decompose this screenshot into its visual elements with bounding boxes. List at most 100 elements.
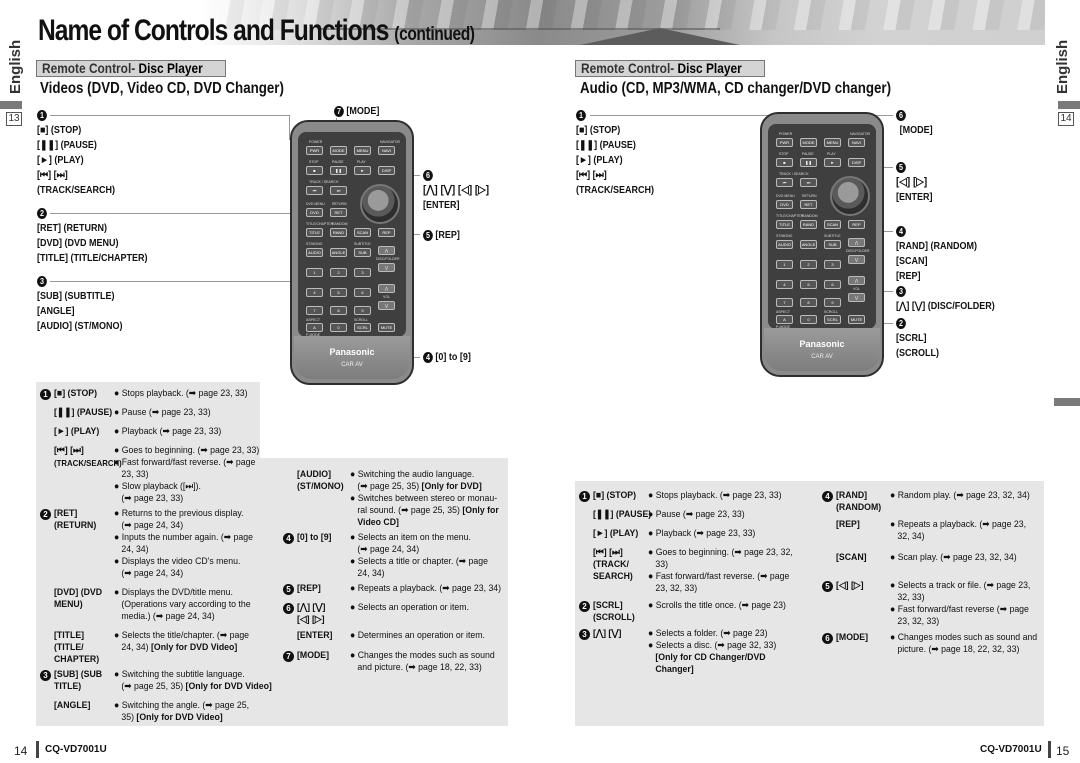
remote-button-menu: MENU	[354, 146, 371, 155]
remote-button-7: 7	[306, 306, 323, 315]
remote-button-scrl: SCRL	[354, 323, 371, 332]
remote-label: DISC/FOLDER	[376, 257, 400, 261]
remote-label: SCROLL	[824, 310, 839, 314]
remote-button-8: 8	[800, 298, 817, 307]
right-callout-5: 5 [◁] [▷] [ENTER]	[896, 160, 933, 205]
description-line: ● Playback (➡ page 23, 33)	[648, 528, 756, 539]
leader-line	[50, 115, 290, 116]
left-callout-2: 2	[37, 206, 47, 221]
remote-button-stop: ■	[306, 166, 323, 175]
callout-label-enter: [ENTER]	[896, 192, 933, 203]
remote-button-5: 5	[800, 280, 817, 289]
callout-number: 4	[822, 491, 833, 502]
remote-button-9: 9	[824, 298, 841, 307]
leader-line	[590, 115, 776, 116]
description-line: ● Changes the modes such as sound	[350, 650, 495, 661]
remote-button-0: 0	[330, 323, 347, 332]
callout-label-audio: [AUDIO] (ST/MONO)	[37, 321, 123, 332]
section-tag-prefix: Remote Control-	[42, 60, 136, 76]
remote-label: STOP	[779, 152, 789, 156]
callout-label-pause: [❚❚] (PAUSE)	[576, 140, 636, 151]
description-line: ● Switches between stereo or monau-	[350, 493, 498, 504]
description-note: [Only for DVD Video]	[136, 712, 223, 723]
callout-number-1: 1	[37, 109, 47, 121]
remote-button-disc-up: ⋀	[378, 246, 395, 255]
remote-bottom	[764, 328, 880, 371]
remote-button-6: 6	[354, 288, 371, 297]
callout-label-skip: [⏮] [⏭]	[576, 170, 607, 181]
remote-button-0: 0	[800, 315, 817, 324]
remote-label: NAVIGATOR	[850, 132, 871, 136]
description-line: ● Selects a folder. (➡ page 23)	[648, 628, 768, 639]
description-line: (➡ page 23, 33)	[121, 493, 184, 504]
callout-number-2: 2	[37, 207, 47, 219]
description-line: ● Selects a track or file. (➡ page 23,	[890, 580, 1031, 591]
footer-page-number-left: 14	[14, 744, 28, 758]
description-label: [RET]	[54, 508, 78, 519]
description-text: ● Selects the title/chapter. (➡ page 24, …	[114, 630, 289, 654]
description-line: ● Displays the DVD/title menu.	[114, 587, 233, 598]
callout-number-4: 4	[423, 351, 433, 363]
remote-label: SUBTITLE	[354, 242, 371, 246]
description-label: [REP]	[297, 583, 321, 594]
remote-button-prev: ⏮	[776, 178, 793, 187]
remote-button-disc-down: ⋁	[378, 263, 395, 272]
callout-label-ret: [RET] (RETURN)	[37, 223, 107, 234]
description-line: 23, 32, 33)	[897, 616, 940, 627]
side-marker-right	[1054, 398, 1080, 406]
callout-number-6: 6	[423, 169, 433, 181]
description-text: ● Scan play. (➡ page 23, 32, 34)	[890, 552, 1065, 564]
description-label: (TITLE/	[54, 642, 84, 653]
callout-label-rep: [REP]	[435, 230, 460, 241]
callout-number: 1	[40, 389, 51, 400]
right-callout-4: 4 [RAND] (RANDOM) [SCAN] [REP]	[896, 224, 977, 284]
remote-button-play: ►	[354, 166, 371, 175]
remote-label: VOL	[383, 295, 391, 299]
description-line: (➡ page 24, 34)	[121, 568, 184, 579]
description-label: (TRACK/	[593, 559, 629, 570]
description-line: ● Switching the angle. (➡ page 25,	[114, 700, 250, 711]
remote-label: POWER	[779, 132, 793, 136]
left-callout-3-labels: [SUB] (SUBTITLE) [ANGLE] [AUDIO] (ST/MON…	[37, 289, 123, 334]
description-line: ● Changes modes such as sound and	[890, 632, 1038, 643]
description-text: ● Displays the DVD/title menu. (Operation…	[114, 587, 289, 623]
side-page-number-left: 13	[6, 112, 22, 126]
leader-line	[50, 281, 290, 282]
remote-button-navi: NAVI	[848, 138, 865, 147]
description-label: [❚❚] (PAUSE)	[54, 407, 113, 418]
description-note: [Only for CD Changer/DVD	[655, 652, 766, 663]
left-callout-3: 3	[37, 274, 47, 289]
callout-label-dvd: [DVD] (DVD MENU)	[37, 238, 119, 249]
left-callout-2-labels: [RET] (RETURN) [DVD] (DVD MENU) [TITLE] …	[37, 221, 147, 266]
remote-label: VOL	[853, 287, 861, 291]
description-text: ● Random play. (➡ page 23, 32, 34)	[890, 490, 1065, 502]
callout-number-3: 3	[37, 275, 47, 287]
banner-road	[580, 28, 740, 45]
remote-button-8: 8	[330, 306, 347, 315]
description-line: ● Switching the audio language.	[350, 469, 475, 480]
description-line: 24, 34)	[121, 544, 149, 555]
description-label: (RETURN)	[54, 520, 97, 531]
callout-number: 6	[822, 633, 833, 644]
callout-number-3: 3	[896, 285, 906, 297]
left-subheading: Videos (DVD, Video CD, DVD Changer)	[40, 80, 284, 97]
description-label: [⋀] [⋁]	[297, 602, 326, 613]
remote-control-image-left: POWER NAVIGATOR PWR MODE MENU NAVI STOP …	[290, 120, 414, 385]
callout-label-disc-folder: [⋀] [⋁] (DISC/FOLDER)	[896, 301, 995, 312]
description-note: [Only for DVD]	[421, 481, 482, 492]
remote-button-disc-down: ⋁	[848, 255, 865, 264]
description-line: ● Fast forward/fast reverse. (➡ page	[648, 571, 790, 582]
description-label: MENU)	[54, 599, 83, 610]
description-text: ● Switching the subtitle language. (➡ pag…	[114, 669, 289, 693]
description-label: [❚❚] (PAUSE)	[593, 509, 652, 520]
description-line: ● Playback (➡ page 23, 33)	[114, 426, 222, 437]
remote-label: ST/MONO	[306, 242, 323, 246]
callout-label-scroll: (SCROLL)	[896, 348, 940, 359]
left-callout-5: 5 [REP]	[423, 228, 460, 243]
remote-button-mode: MODE	[800, 138, 817, 147]
left-callout-4: 4 [0] to [9]	[423, 350, 471, 365]
description-line: 24, 34)	[357, 568, 385, 579]
description-line: ● Scrolls the title once. (➡ page 23)	[648, 600, 786, 611]
remote-control-image-right: POWER NAVIGATOR PWR MODE MENU NAVI STOP …	[760, 112, 884, 377]
callout-label-pause: [❚❚] (PAUSE)	[37, 140, 97, 151]
